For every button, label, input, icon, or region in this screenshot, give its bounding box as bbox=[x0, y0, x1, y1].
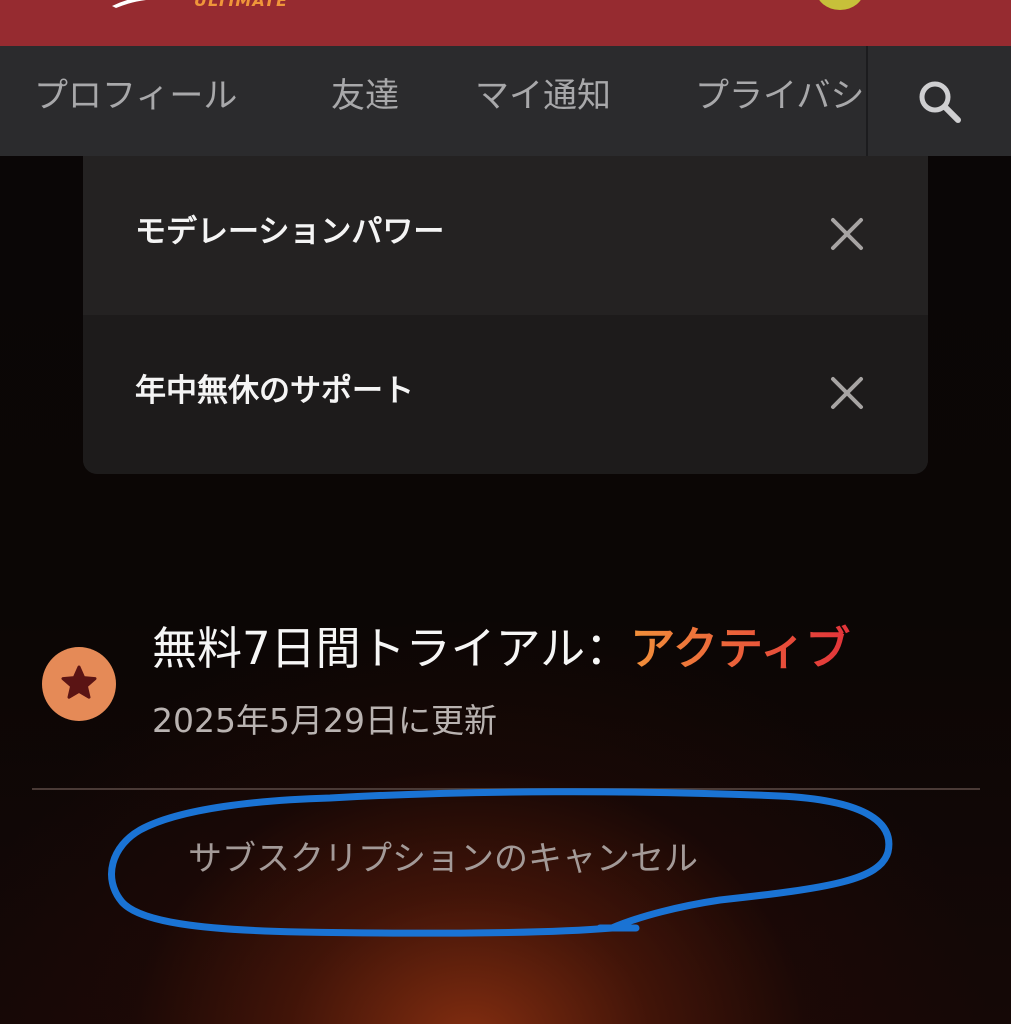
logo-icon bbox=[112, 0, 146, 8]
tab-my-notifications[interactable]: マイ通知 bbox=[475, 74, 611, 118]
subscription-page: ULTIMATE プロフィール 友達 マイ通知 プライバシ モデレーションパワー bbox=[0, 0, 1011, 1024]
star-icon bbox=[61, 665, 97, 699]
renewal-date: 2025年5月29日に更新 bbox=[152, 701, 497, 740]
tab-privacy[interactable]: プライバシ bbox=[695, 74, 864, 118]
tab-friends[interactable]: 友達 bbox=[331, 74, 399, 118]
feature-item: 年中無休のサポート bbox=[83, 315, 928, 474]
cancel-subscription-button[interactable]: サブスクリプションのキャンセル bbox=[188, 836, 698, 882]
star-badge bbox=[42, 647, 116, 721]
feature-label: モデレーションパワー bbox=[135, 214, 445, 250]
tab-strip: プロフィール 友達 マイ通知 プライバシ bbox=[0, 46, 866, 156]
app-header: ULTIMATE bbox=[0, 0, 1011, 46]
feature-item: モデレーションパワー bbox=[83, 156, 928, 315]
avatar[interactable] bbox=[816, 0, 864, 10]
feature-list: モデレーションパワー 年中無休のサポート bbox=[83, 156, 928, 474]
status-badge: アクティブ bbox=[630, 622, 851, 675]
tab-profile[interactable]: プロフィール bbox=[34, 74, 237, 118]
feature-label: 年中無休のサポート bbox=[135, 373, 414, 409]
search-icon bbox=[919, 81, 961, 123]
subscription-status: 無料7日間トライアル：アクティブ bbox=[152, 618, 850, 680]
divider bbox=[32, 788, 980, 790]
tab-bar: プロフィール 友達 マイ通知 プライバシ bbox=[0, 46, 1011, 156]
trial-title: 無料7日間トライアル： bbox=[152, 622, 631, 675]
close-icon bbox=[831, 377, 863, 409]
close-icon bbox=[831, 218, 863, 250]
search-icon[interactable] bbox=[930, 0, 956, 6]
brand-tag: ULTIMATE bbox=[194, 0, 289, 10]
search-button[interactable] bbox=[868, 46, 1011, 156]
